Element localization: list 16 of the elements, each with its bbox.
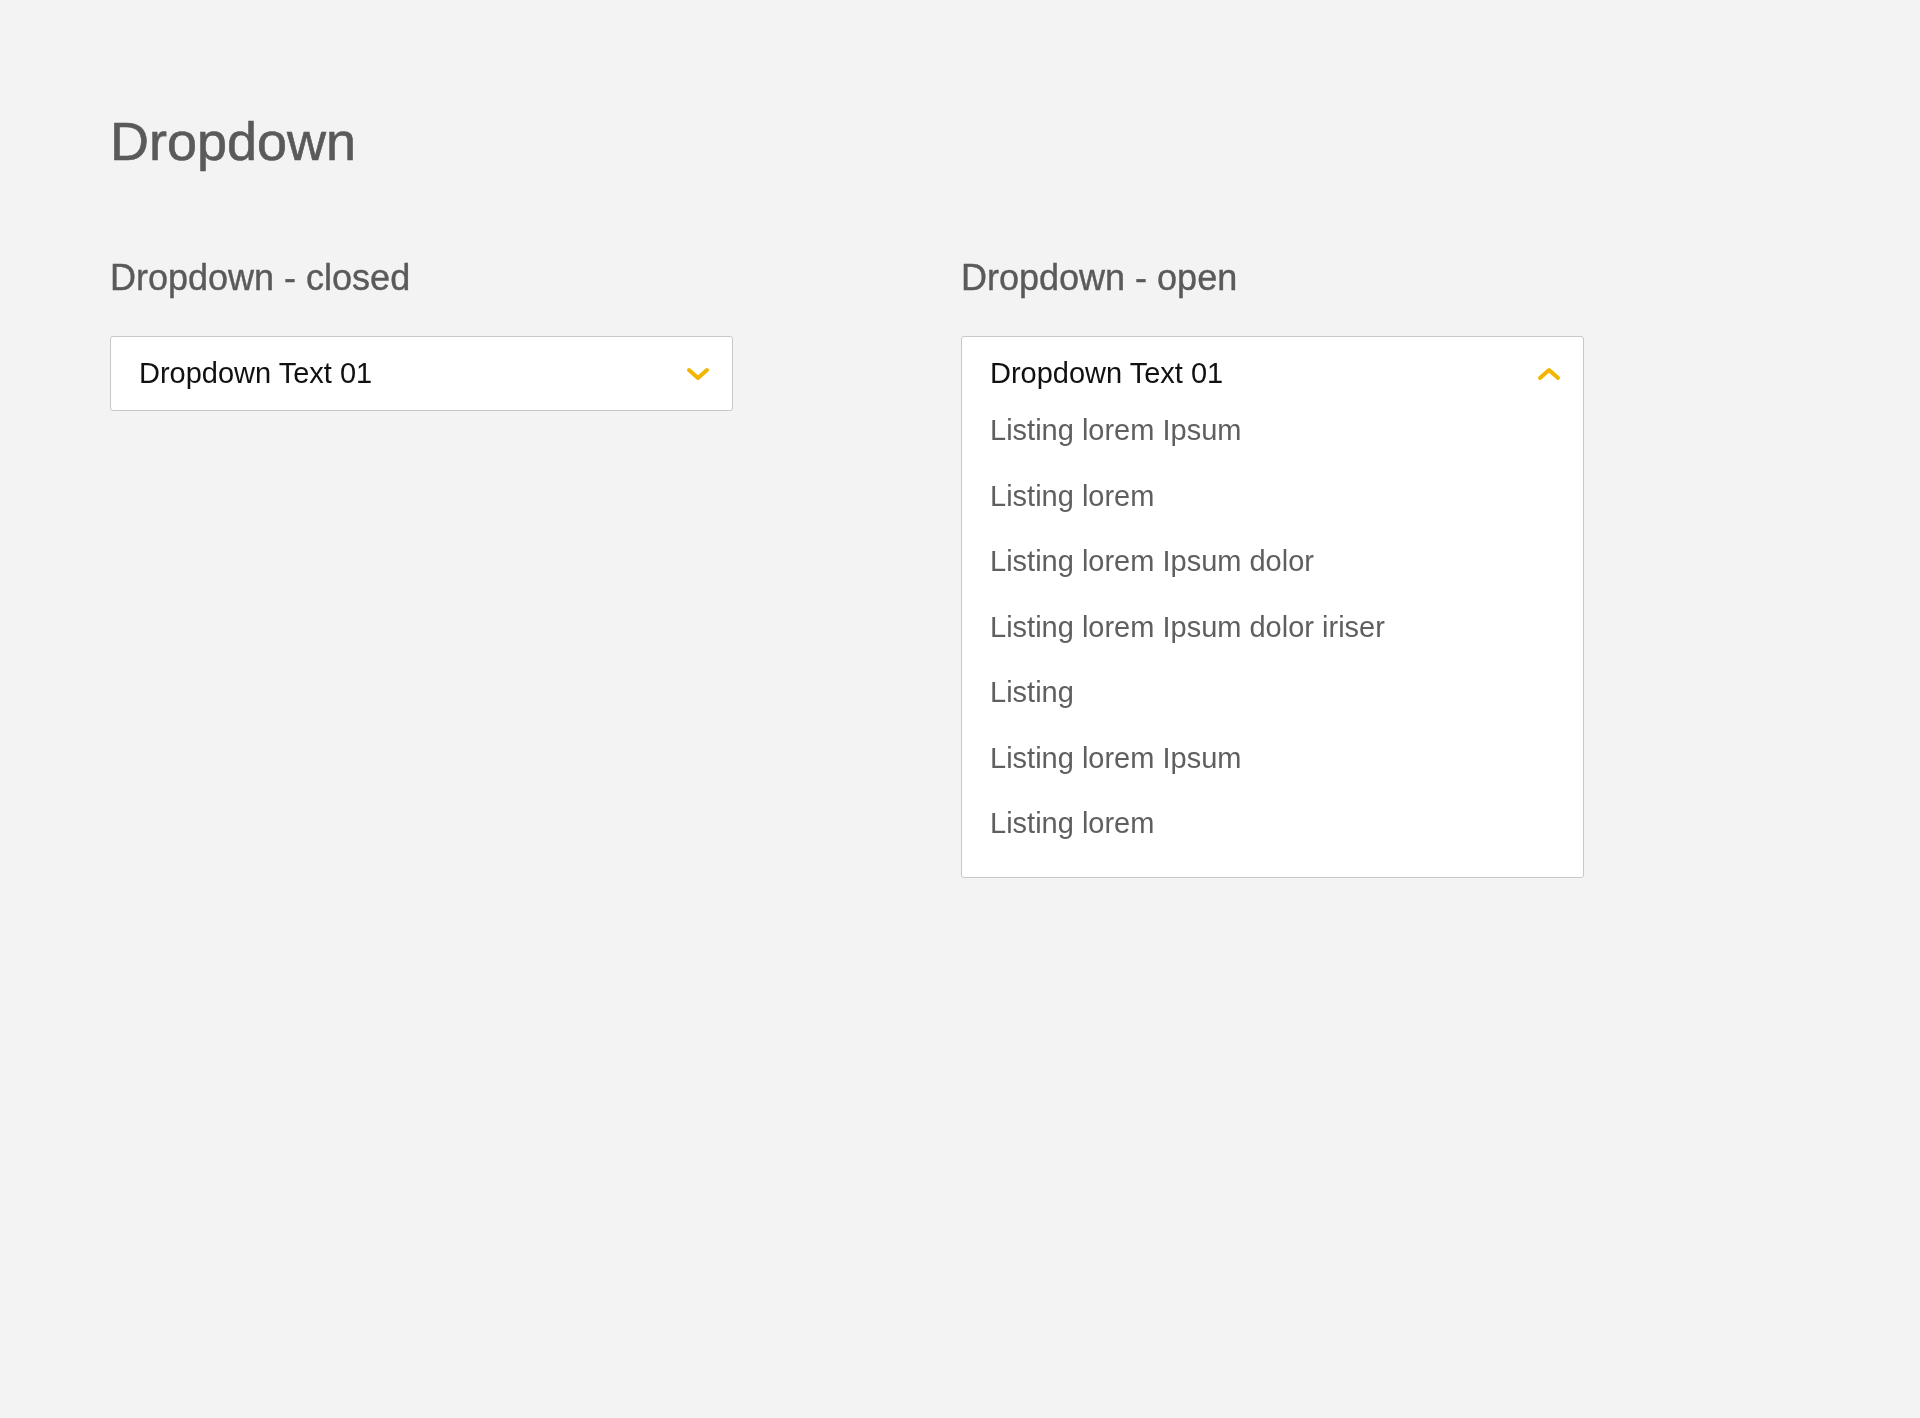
dropdown-option[interactable]: Listing lorem	[990, 807, 1155, 841]
dropdown-option[interactable]: Listing	[990, 676, 1074, 710]
dropdown-value: Dropdown Text 01	[990, 357, 1224, 390]
dropdown-value: Dropdown Text 01	[139, 357, 373, 390]
chevron-up-icon	[1537, 365, 1561, 382]
dropdown-option[interactable]: Listing lorem Ipsum	[990, 414, 1242, 448]
dropdown-option[interactable]: Listing lorem Ipsum dolor	[990, 545, 1314, 579]
section-heading: Dropdown - closed	[110, 256, 412, 300]
dropdown-option[interactable]: Listing lorem	[990, 479, 1155, 513]
page-title: Dropdown	[110, 110, 358, 172]
section-heading: Dropdown - open	[961, 256, 1239, 300]
dropdown[interactable]: Dropdown Text 01	[110, 336, 733, 411]
dropdown-option[interactable]: Listing lorem Ipsum	[990, 741, 1242, 775]
dropdown-option[interactable]: Listing lorem Ipsum dolor iriser	[990, 610, 1385, 644]
dropdown[interactable]: Dropdown Text 01 Listing lorem Ipsum Listing lorem Listing lorem Ipsum dolor Listing lorem Ipsum dolor iriser Listing Listing lorem Ipsum Listing lorem	[961, 336, 1584, 878]
chevron-down-icon	[686, 365, 710, 382]
